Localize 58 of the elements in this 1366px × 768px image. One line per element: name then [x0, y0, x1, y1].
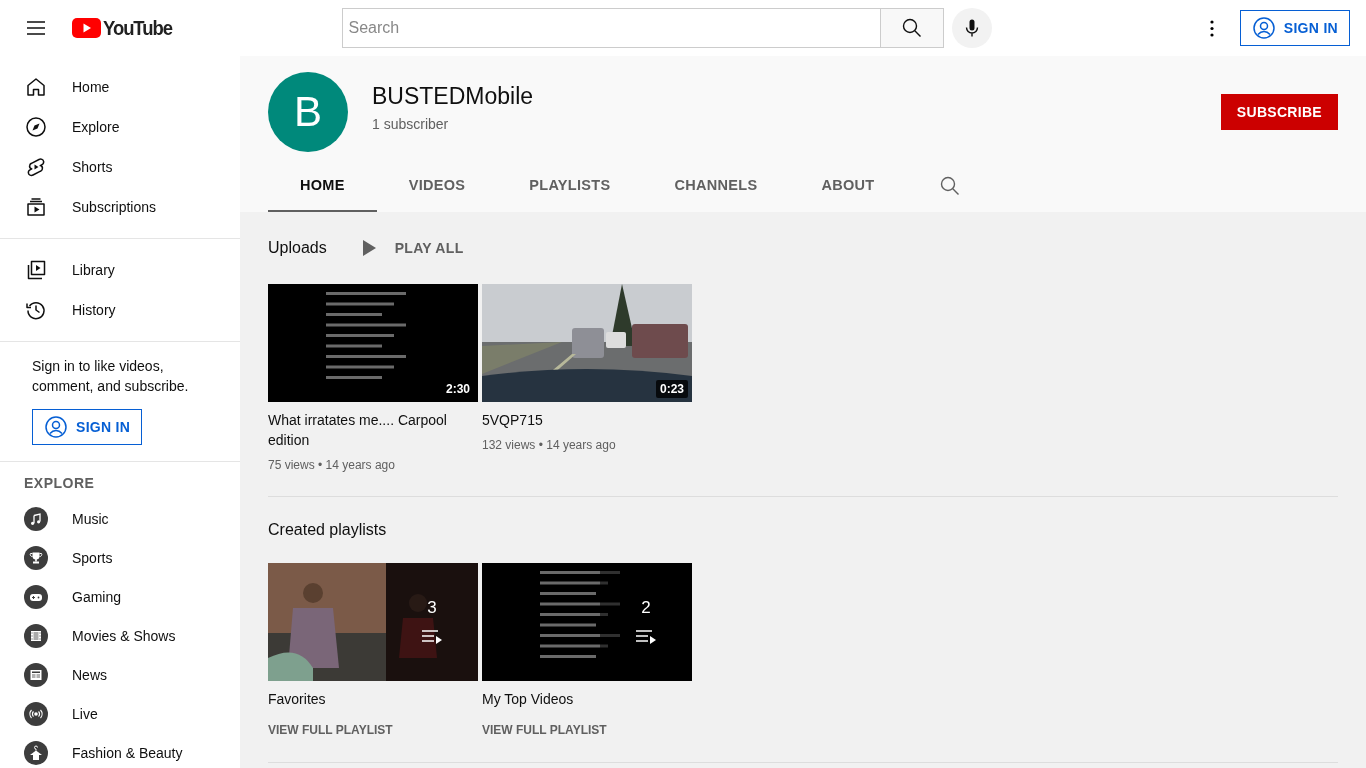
- newspaper-icon: [24, 662, 48, 687]
- video-title[interactable]: 5VQP715: [482, 410, 692, 430]
- sidebar-item[interactable]: News: [0, 655, 240, 694]
- video-meta: 75 views • 14 years ago: [268, 458, 396, 472]
- sidebar-item[interactable]: Music: [0, 499, 240, 538]
- logo-text[interactable]: YouTube: [103, 16, 172, 40]
- sidebar-item[interactable]: Home: [0, 67, 240, 107]
- video-count: 2: [641, 598, 651, 618]
- subscribe-button[interactable]: SUBSCRIBE: [1220, 94, 1338, 130]
- playlist-title[interactable]: My Top Videos: [482, 691, 692, 707]
- compass-icon: [24, 115, 48, 139]
- view-playlist-link[interactable]: VIEW FULL PLAYLIST: [482, 723, 607, 737]
- sidebar-item[interactable]: Gaming: [0, 577, 240, 616]
- view-playlist-link[interactable]: VIEW FULL PLAYLIST: [268, 723, 393, 737]
- tab[interactable]: CHANNELS: [642, 160, 790, 212]
- person-icon: [44, 415, 68, 439]
- subscriber-count: 1 subscriber: [372, 115, 450, 132]
- channel-name: BUSTEDMobile: [372, 82, 535, 110]
- search-field[interactable]: Search: [341, 8, 880, 48]
- tab[interactable]: PLAYLISTS: [497, 160, 643, 212]
- sidebar-item[interactable]: Fashion & Beauty: [0, 733, 240, 768]
- gamepad-icon: [24, 584, 48, 609]
- search-button[interactable]: [879, 8, 944, 48]
- sign-in-prompt: Sign in to like videos, comment, and subscribe.: [32, 357, 190, 396]
- shelf-title: Created playlists: [268, 521, 387, 539]
- sidebar-item[interactable]: Sports: [0, 538, 240, 577]
- person-icon: [1251, 16, 1276, 40]
- music-note-icon: [24, 506, 48, 531]
- video-duration: 0:23: [655, 380, 688, 398]
- sign-in-button[interactable]: SIGN IN: [32, 409, 143, 445]
- play-logo-icon: [72, 18, 101, 38]
- video-meta: 132 views • 14 years ago: [482, 438, 617, 452]
- sidebar-item[interactable]: Library: [0, 250, 240, 290]
- video-count: 3: [427, 598, 437, 618]
- video-title[interactable]: What irratates me.... Carpool edition: [268, 410, 478, 450]
- playlist-title[interactable]: Favorites: [268, 691, 478, 707]
- sidebar-item[interactable]: Shorts: [0, 147, 240, 187]
- shelf-title: Uploads: [268, 239, 327, 257]
- play-all-button[interactable]: PLAY ALL: [356, 236, 464, 260]
- channel-avatar: B: [268, 72, 348, 152]
- home-icon: [24, 75, 48, 99]
- section-heading: EXPLORE: [23, 474, 96, 493]
- sidebar-item[interactable]: Live: [0, 694, 240, 733]
- sidebar-item[interactable]: History: [0, 290, 240, 330]
- tab[interactable]: ABOUT: [789, 160, 907, 212]
- trophy-icon: [24, 545, 48, 570]
- sidebar-item[interactable]: Movies & Shows: [0, 616, 240, 655]
- hanger-icon: [24, 740, 48, 765]
- microphone-button[interactable]: [951, 8, 992, 48]
- tab[interactable]: VIDEOS: [376, 160, 498, 212]
- more-icon: [1209, 19, 1214, 37]
- film-icon: [24, 623, 48, 648]
- sidebar-item[interactable]: Subscriptions: [0, 187, 240, 227]
- tab[interactable]: HOME: [268, 160, 377, 212]
- subscriptions-icon: [24, 195, 48, 219]
- sidebar-item[interactable]: Explore: [0, 107, 240, 147]
- broadcast-icon: [24, 701, 48, 726]
- sign-in-button[interactable]: SIGN IN: [1239, 10, 1350, 46]
